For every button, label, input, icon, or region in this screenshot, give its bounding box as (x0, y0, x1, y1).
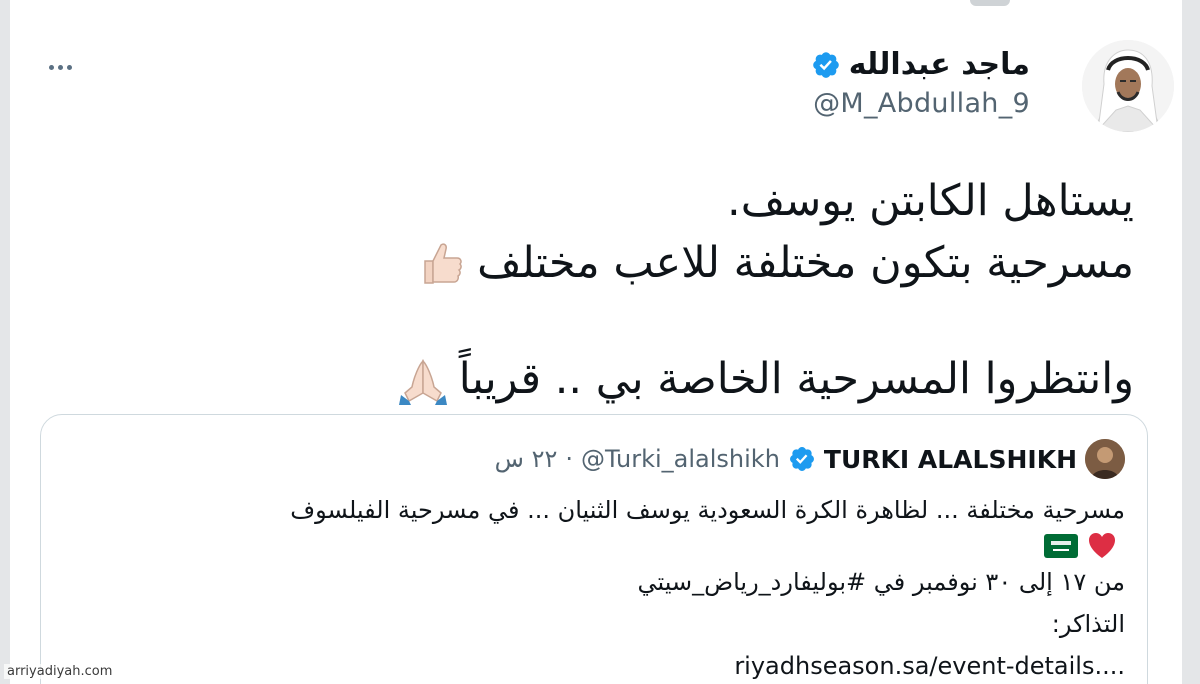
saudi-flag-emoji-icon (1044, 534, 1078, 558)
tweet-text: يستاهل الكابتن يوسف. مسرحية بتكون مختلفة… (134, 170, 1134, 410)
author-name[interactable]: ماجد عبدالله (849, 44, 1030, 86)
quoted-tweet[interactable]: TURKI ALALSHIKH @Turki_alalshikh · ٢٢ س … (40, 414, 1148, 684)
verified-badge-icon (812, 52, 839, 78)
author-handle[interactable]: @M_Abdullah_9 (811, 88, 1030, 119)
quoted-author-avatar[interactable] (1085, 439, 1125, 479)
tweet-line-1: يستاهل الكابتن يوسف. (727, 176, 1134, 226)
quoted-verified-badge-icon (789, 447, 814, 471)
tweet-line-4-text: وانتظروا المسرحية الخاصة بي .. قريباً (458, 354, 1134, 404)
author-name-row[interactable]: ماجد عبدالله (811, 44, 1030, 86)
tweet-card[interactable]: ماجد عبدالله @M_Abdullah_9 يستاهل الكابت… (10, 0, 1182, 684)
quoted-tweet-header: TURKI ALALSHIKH @Turki_alalshikh · ٢٢ س (495, 439, 1125, 479)
profile-photo-icon (1082, 40, 1174, 132)
quoted-author-name[interactable]: TURKI ALALSHIKH (824, 445, 1077, 474)
previous-content-edge (970, 0, 1010, 6)
quoted-tickets-link[interactable]: riyadhseason.sa/event-details.... (734, 645, 1125, 684)
more-horizontal-icon (48, 64, 54, 70)
quoted-profile-photo-icon (1085, 439, 1125, 479)
tweet-author: ماجد عبدالله @M_Abdullah_9 (811, 44, 1030, 119)
folded-hands-emoji-icon (398, 359, 447, 405)
thumbs-up-emoji-icon (424, 243, 462, 284)
tweet-line-2-text: مسرحية بتكون مختلفة للاعب مختلف (477, 238, 1134, 288)
quoted-line-1: مسرحية مختلفة ... لظاهرة الكرة السعودية … (290, 496, 1125, 524)
more-options-button[interactable] (40, 52, 80, 82)
quoted-line-5: riyadhseason.sa/event-details.... (65, 645, 1125, 684)
author-avatar[interactable] (1082, 40, 1174, 132)
quoted-line-3: من ١٧ إلى ٣٠ نوفمبر في #بوليفارد_رياض_سي… (637, 568, 1125, 596)
tweet-line-2: مسرحية بتكون مختلفة للاعب مختلف (134, 232, 1134, 294)
site-watermark: arriyadiyah.com (4, 664, 116, 679)
red-heart-emoji-icon (1089, 533, 1115, 558)
quoted-line-2 (65, 531, 1125, 561)
tweet-line-4: وانتظروا المسرحية الخاصة بي .. قريباً (134, 348, 1134, 410)
quoted-tweet-body: مسرحية مختلفة ... لظاهرة الكرة السعودية … (65, 489, 1125, 684)
quoted-line-4: التذاكر: (1051, 610, 1125, 638)
quoted-timestamp[interactable]: ٢٢ س (495, 445, 558, 473)
quoted-separator: · (565, 445, 574, 473)
quoted-author-handle[interactable]: @Turki_alalshikh (581, 445, 780, 473)
